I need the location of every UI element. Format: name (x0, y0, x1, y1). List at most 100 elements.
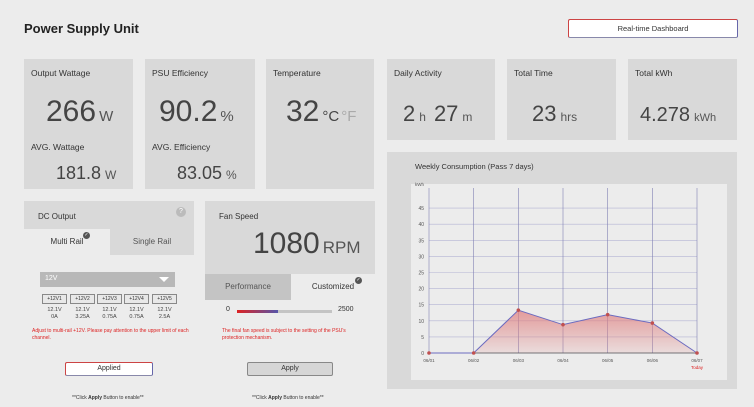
output-wattage-unit: W (99, 108, 114, 125)
daily-activity-value: 2 h 27 m (403, 101, 472, 127)
y-tick-label: 15 (418, 303, 424, 309)
temperature-title: Temperature (273, 68, 321, 78)
y-tick-label: 25 (418, 271, 424, 277)
data-point (516, 308, 521, 312)
rail-volt-12v4: 12.1V (129, 307, 144, 313)
psu-efficiency-card: PSU Efficiency 90.2% AVG. Efficiency 83.… (145, 59, 255, 189)
rail-amp-12v3: 0.75A (102, 314, 117, 320)
tab-single-rail[interactable]: Single Rail (110, 229, 194, 255)
realtime-dashboard-button[interactable]: Real-time Dashboard (568, 19, 738, 38)
temperature-number: 32 (286, 95, 320, 128)
total-time-card: Total Time 23 hrs (507, 59, 616, 140)
rail-button-12v1[interactable]: +12V1 (42, 294, 67, 304)
total-time-title: Total Time (514, 68, 553, 78)
rail-button-12v2[interactable]: +12V2 (70, 294, 95, 304)
rail-volt-12v2: 12.1V (75, 307, 90, 313)
temperature-unit-c[interactable]: °C (322, 108, 339, 125)
check-badge-icon: ✓ (355, 277, 362, 284)
temperature-card: Temperature 32 °C °F (266, 59, 374, 189)
tab-multi-rail-label: Multi Rail (50, 237, 84, 246)
chevron-down-icon (159, 277, 169, 282)
fan-note-post: Button to enable** (282, 395, 324, 401)
output-wattage-number: 266 (46, 95, 97, 128)
tab-multi-rail[interactable]: Multi Rail ✓ (24, 229, 110, 255)
rail-amp-12v5: 2.5A (158, 314, 171, 320)
temperature-unit-f[interactable]: °F (341, 108, 356, 125)
output-wattage-card: Output Wattage 266 W AVG. Wattage 181.8 W (24, 59, 133, 189)
daily-hours-unit: h (419, 110, 426, 124)
total-kwh-value: 4.278 kWh (640, 104, 716, 127)
rail-button-12v5[interactable]: +12V5 (152, 294, 177, 304)
x-tick-label: 06/02 (468, 358, 480, 363)
x-today-label: Today (691, 365, 704, 370)
data-point (695, 351, 699, 355)
rail-button-12v3[interactable]: +12V3 (97, 294, 122, 304)
fan-speed-slider[interactable] (237, 310, 332, 313)
tab-performance[interactable]: Performance (205, 274, 291, 300)
data-point (471, 351, 476, 355)
daily-hours: 2 (403, 101, 416, 126)
tab-customized[interactable]: Customized ✓ (291, 274, 375, 300)
y-tick-label: 0 (421, 351, 424, 357)
x-tick-label: 06/04 (557, 358, 569, 363)
avg-wattage-unit: W (105, 168, 117, 182)
dc-output-title: DC Output (38, 212, 76, 221)
total-kwh-unit: kWh (694, 112, 717, 124)
fan-note-pre: **Click (252, 395, 269, 401)
x-tick-label: 06/01 (423, 358, 435, 363)
output-wattage-value: 266 W (46, 95, 113, 129)
x-tick-label: 06/03 (513, 358, 525, 363)
output-wattage-title: Output Wattage (31, 68, 91, 78)
daily-activity-card: Daily Activity 2 h 27 m (387, 59, 495, 140)
psu-efficiency-value: 90.2% (159, 95, 234, 129)
fan-slider-min: 0 (226, 306, 230, 313)
dc-note-post: Button to enable** (102, 395, 144, 401)
avg-wattage-number: 181.8 (56, 163, 102, 183)
rail-select-value: 12V (45, 275, 58, 282)
fan-slider-max: 2500 (338, 306, 354, 313)
fan-mode-tabs: Performance Customized ✓ (205, 274, 375, 300)
fan-note-bold: Apply (268, 395, 283, 401)
apply-button[interactable]: Apply (247, 362, 333, 376)
total-time-value: 23 hrs (532, 101, 577, 127)
avg-efficiency-title: AVG. Efficiency (152, 142, 211, 152)
avg-efficiency-number: 83.05 (177, 163, 223, 183)
y-tick-label: 10 (418, 319, 424, 325)
x-tick-label: 06/05 (602, 358, 614, 363)
total-kwh-title: Total kWh (635, 68, 673, 78)
daily-minutes: 27 (433, 101, 459, 126)
help-icon[interactable]: ? (176, 207, 186, 217)
total-kwh-card: Total kWh 4.278 kWh (628, 59, 737, 140)
data-point (561, 322, 565, 327)
rail-select[interactable]: 12V (40, 272, 175, 287)
tab-customized-label: Customized (311, 282, 355, 291)
y-tick-label: 45 (418, 206, 424, 212)
total-time-unit: hrs (560, 110, 578, 124)
x-tick-label: 06/06 (647, 358, 659, 363)
rail-volt-12v3: 12.1V (102, 307, 117, 313)
total-kwh-number: 4.278 (640, 104, 691, 126)
total-time-number: 23 (532, 101, 557, 126)
psu-efficiency-number: 90.2 (159, 95, 218, 128)
dc-output-warning: Adjust to multi-rail +12V. Please pay at… (32, 328, 189, 341)
avg-efficiency-value: 83.05% (177, 163, 237, 184)
y-tick-label: 5 (421, 335, 424, 341)
applied-button[interactable]: Applied (65, 362, 153, 376)
fan-speed-unit: RPM (322, 238, 361, 257)
rail-amp-12v4: 0.75A (129, 314, 144, 320)
dc-rail-tabs: Multi Rail ✓ Single Rail (24, 229, 194, 255)
x-tick-label: 06/07 (691, 358, 703, 363)
fan-note: **Click Apply Button to enable** (252, 395, 324, 401)
y-tick-label: 40 (418, 222, 424, 228)
weekly-consumption-card: Weekly Consumption (Pass 7 days) 0 5 10 15 2… (387, 152, 737, 389)
avg-wattage-value: 181.8 W (56, 163, 116, 184)
fan-speed-value: 1080 RPM (253, 227, 361, 261)
psu-efficiency-unit: % (220, 108, 234, 125)
rail-button-12v4[interactable]: +12V4 (124, 294, 149, 304)
y-tick-label: 30 (418, 254, 424, 260)
psu-efficiency-title: PSU Efficiency (152, 68, 209, 78)
weekly-consumption-chart: 0 5 10 15 20 25 30 35 40 45 kWh 06/01 06/02 06/03 06/0… (411, 182, 727, 380)
check-badge-icon: ✓ (83, 232, 90, 239)
dc-note-pre: **Click (72, 395, 89, 401)
data-point (427, 351, 431, 355)
